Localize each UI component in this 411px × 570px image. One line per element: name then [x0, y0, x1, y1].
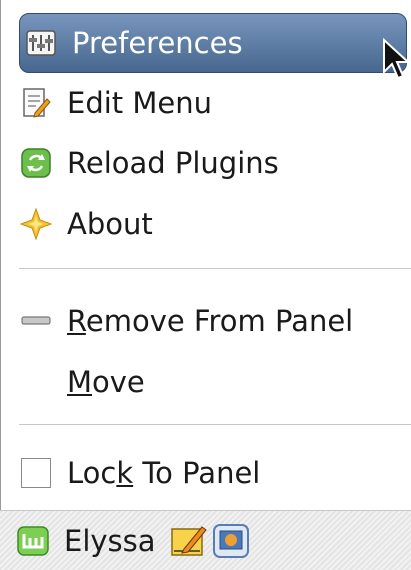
menu-item-about[interactable]: About	[7, 194, 411, 254]
menu-item-label: Reload Plugins	[67, 146, 279, 180]
menu-item-label: Remove From Panel	[67, 304, 354, 338]
taskbar-menu-label[interactable]: Elyssa	[64, 524, 156, 558]
menu-item-label: Move	[67, 365, 145, 399]
checkbox-icon[interactable]	[19, 456, 53, 490]
edit-menu-icon	[19, 86, 53, 120]
menu-separator	[19, 424, 411, 425]
menu-item-remove-from-panel[interactable]: Remove From Panel	[7, 291, 411, 351]
about-star-icon	[19, 207, 53, 241]
menu-item-label: About	[67, 207, 153, 241]
menu-item-preferences[interactable]: Preferences	[19, 13, 407, 73]
menu-item-move[interactable]: Move	[7, 352, 411, 412]
taskbar: Elyssa	[0, 510, 411, 570]
mint-menu-icon[interactable]	[14, 522, 52, 560]
text-editor-icon[interactable]	[170, 522, 208, 560]
menu-item-edit-menu[interactable]: Edit Menu	[7, 73, 411, 133]
reload-icon	[19, 146, 53, 180]
menu-item-reload-plugins[interactable]: Reload Plugins	[7, 133, 411, 193]
preferences-icon	[24, 26, 58, 60]
remove-icon	[19, 304, 53, 338]
menu-item-lock-to-panel[interactable]: Lock To Panel	[7, 443, 411, 503]
context-menu: Preferences Edit Menu Reload Plugins Abo…	[0, 0, 411, 510]
menu-item-label: Lock To Panel	[67, 456, 261, 490]
menu-item-label: Preferences	[72, 26, 243, 60]
menu-separator	[19, 268, 411, 269]
menu-item-label: Edit Menu	[67, 86, 212, 120]
mouse-cursor-icon	[383, 38, 411, 80]
screenshot-icon[interactable]	[212, 522, 250, 560]
